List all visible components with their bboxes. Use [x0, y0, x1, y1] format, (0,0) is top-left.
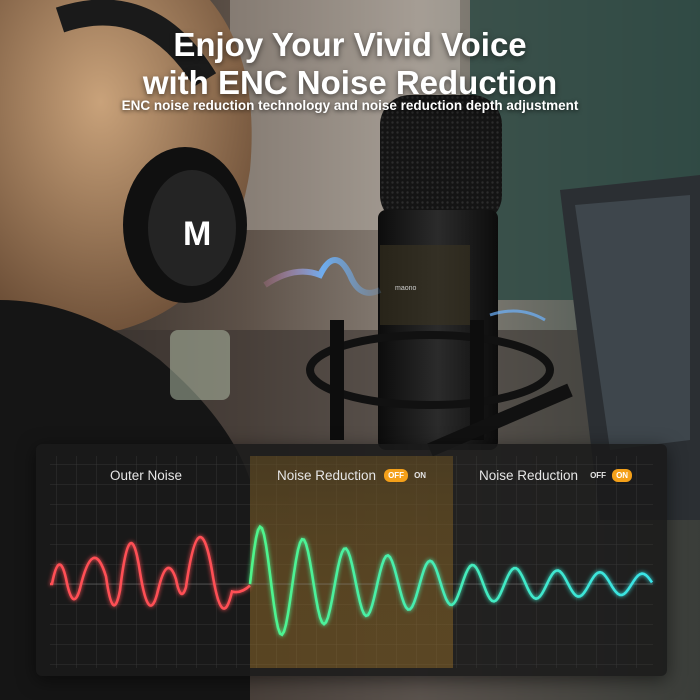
- toggle-off-option[interactable]: OFF: [384, 469, 409, 482]
- toggle-on-option[interactable]: ON: [410, 469, 430, 482]
- noise-reduction-toggle-on[interactable]: OFF ON: [586, 469, 633, 482]
- headline-line-1: Enjoy Your Vivid Voice: [173, 26, 527, 63]
- section-title-reduction-on: Noise Reduction OFF ON: [479, 468, 633, 483]
- headphone-logo: M: [183, 215, 211, 253]
- noise-comparison-panel: Outer Noise Noise Reduction OFF ON Noise…: [36, 444, 667, 676]
- headline-line-2: with ENC Noise Reduction: [142, 64, 558, 101]
- toggle-on-option[interactable]: ON: [612, 469, 633, 482]
- mic-brand-label: maono: [395, 285, 417, 292]
- toggle-off-option[interactable]: OFF: [586, 469, 610, 482]
- section-label: Noise Reduction: [479, 468, 579, 483]
- section-label: Noise Reduction: [277, 468, 377, 483]
- section-title-outer-noise: Outer Noise: [110, 468, 182, 483]
- subheadline: ENC noise reduction technology and noise…: [121, 98, 579, 113]
- section-label: Outer Noise: [110, 468, 183, 483]
- noise-reduction-toggle-off[interactable]: OFF ON: [384, 469, 430, 482]
- section-title-reduction-off: Noise Reduction OFF ON: [277, 468, 430, 483]
- headline: Enjoy Your Vivid Voice with ENC Noise Re…: [0, 26, 700, 102]
